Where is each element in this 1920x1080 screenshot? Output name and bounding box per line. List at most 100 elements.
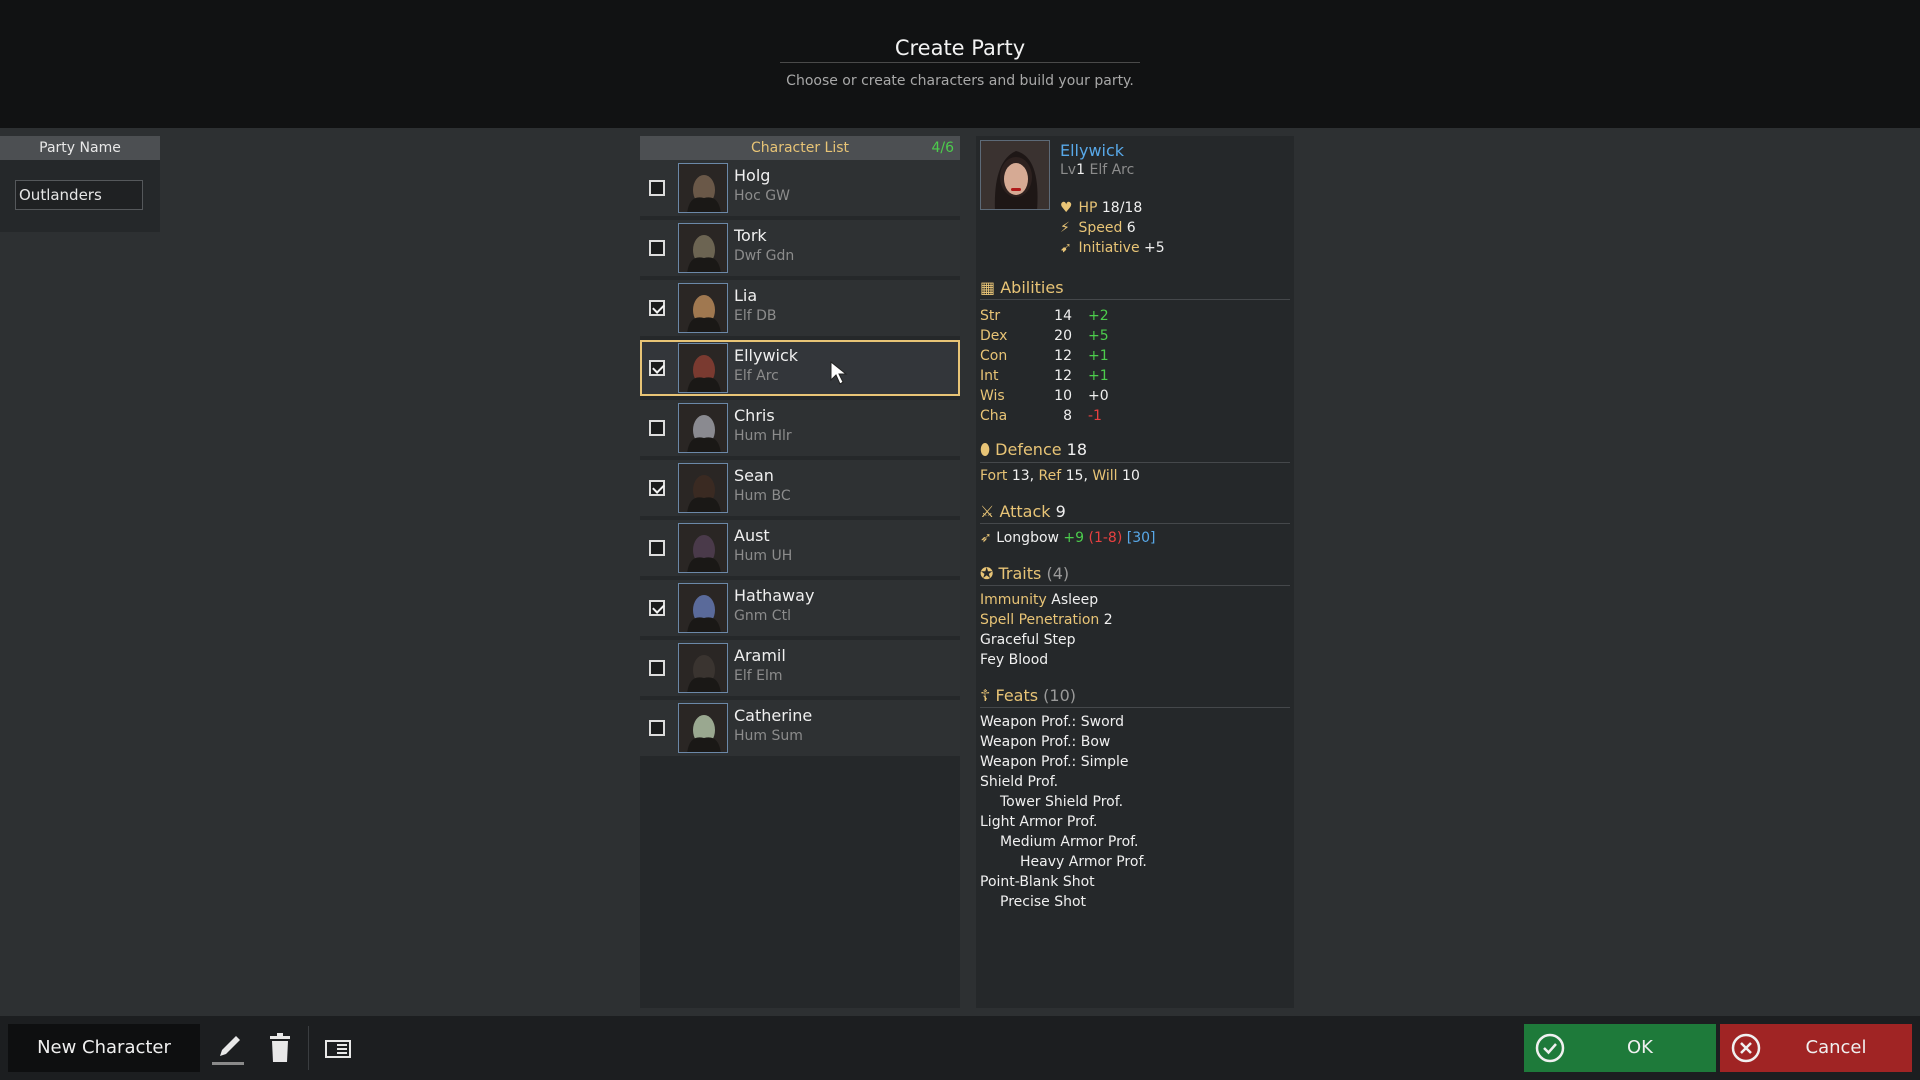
character-portrait xyxy=(678,463,728,513)
cancel-button[interactable]: Cancel xyxy=(1720,1024,1912,1072)
trait-item[interactable]: Graceful Step xyxy=(980,632,1076,648)
trait-value: Asleep xyxy=(1051,592,1099,608)
trait-name: Immunity xyxy=(980,592,1047,608)
character-name: Hathaway xyxy=(734,586,815,605)
character-class: Elf Arc xyxy=(734,368,779,384)
grid-icon: ▦ xyxy=(980,278,996,297)
feat-item[interactable]: Weapon Prof.: Bow xyxy=(980,734,1110,750)
character-name: Ellywick xyxy=(734,346,799,365)
character-row[interactable]: Aust Hum UH xyxy=(640,520,960,576)
character-name: Aramil xyxy=(734,646,786,665)
character-name: Chris xyxy=(734,406,775,425)
saves-line: Fort 13, Ref 15, Will 10 xyxy=(980,468,1140,484)
attack-header: ⚔ Attack 9 xyxy=(980,502,1290,524)
header-bar: Create Party Choose or create characters… xyxy=(0,0,1920,128)
ability-name: Int xyxy=(980,368,999,384)
speed-line: ⚡ Speed 6 xyxy=(1060,220,1136,236)
feat-item[interactable]: Point-Blank Shot xyxy=(980,874,1095,890)
initiative-label: Initiative xyxy=(1078,240,1140,256)
character-class: Elf DB xyxy=(734,308,777,324)
ability-modifier: -1 xyxy=(1088,408,1102,424)
party-name-input[interactable] xyxy=(15,180,143,210)
character-row[interactable]: Holg Hoc GW xyxy=(640,160,960,216)
party-checkbox[interactable] xyxy=(649,600,665,616)
character-list-header: Character List 4/6 xyxy=(640,136,960,160)
ability-score: 12 xyxy=(1054,368,1072,384)
feat-item[interactable]: Precise Shot xyxy=(980,894,1086,910)
traits-title: Traits xyxy=(998,564,1042,583)
character-portrait xyxy=(678,523,728,573)
shield-icon: ⬮ xyxy=(980,440,991,459)
party-checkbox[interactable] xyxy=(649,660,665,676)
title-divider xyxy=(780,62,1140,63)
character-row[interactable]: Catherine Hum Sum xyxy=(640,700,960,756)
feat-item[interactable]: Heavy Armor Prof. xyxy=(980,854,1147,870)
feat-item[interactable]: Tower Shield Prof. xyxy=(980,794,1123,810)
new-character-button[interactable]: New Character xyxy=(8,1024,200,1072)
hp-value: 18/18 xyxy=(1101,200,1143,216)
level-value: 1 xyxy=(1076,162,1086,178)
character-sheet-icon[interactable] xyxy=(318,1024,358,1072)
character-class: Hum BC xyxy=(734,488,791,504)
ref-label: Ref xyxy=(1038,468,1062,484)
character-row[interactable]: Tork Dwf Gdn xyxy=(640,220,960,276)
ability-modifier: +2 xyxy=(1088,308,1109,324)
character-class: Hoc GW xyxy=(734,188,790,204)
pencil-icon[interactable] xyxy=(208,1024,248,1072)
character-row[interactable]: Chris Hum Hlr xyxy=(640,400,960,456)
trait-item[interactable]: Spell Penetration 2 xyxy=(980,612,1113,628)
character-class: Hum UH xyxy=(734,548,793,564)
ability-name: Dex xyxy=(980,328,1008,344)
trait-item[interactable]: Immunity Asleep xyxy=(980,592,1098,608)
party-name-panel: Party Name xyxy=(0,136,160,232)
weapon-range: [30] xyxy=(1126,530,1156,546)
feat-item[interactable]: Shield Prof. xyxy=(980,774,1058,790)
feats-title: Feats xyxy=(995,686,1039,705)
party-checkbox[interactable] xyxy=(649,300,665,316)
level-prefix: Lv xyxy=(1060,162,1077,178)
traits-icon: ✪ xyxy=(980,564,994,583)
trait-name: Spell Penetration xyxy=(980,612,1100,628)
feat-item[interactable]: Light Armor Prof. xyxy=(980,814,1097,830)
party-checkbox[interactable] xyxy=(649,420,665,436)
detail-race-class: Elf Arc xyxy=(1089,162,1135,178)
trash-icon[interactable] xyxy=(260,1024,300,1072)
party-checkbox[interactable] xyxy=(649,720,665,736)
character-portrait xyxy=(678,223,728,273)
ok-button[interactable]: OK xyxy=(1524,1024,1716,1072)
ref-value: 15, xyxy=(1065,468,1088,484)
character-row[interactable]: Lia Elf DB xyxy=(640,280,960,336)
character-row[interactable]: Hathaway Gnm Ctl xyxy=(640,580,960,636)
abilities-title: Abilities xyxy=(1000,278,1064,297)
trait-value: Graceful Step xyxy=(980,632,1076,648)
party-name-label: Party Name xyxy=(0,136,160,160)
page-title: Create Party xyxy=(894,36,1026,60)
ability-name: Con xyxy=(980,348,1008,364)
character-portrait xyxy=(678,283,728,333)
initiative-line: ➹ Initiative +5 xyxy=(1060,240,1165,256)
speed-label: Speed xyxy=(1078,220,1123,236)
character-row[interactable]: Ellywick Elf Arc xyxy=(640,340,960,396)
ability-modifier: +5 xyxy=(1088,328,1109,344)
party-checkbox[interactable] xyxy=(649,480,665,496)
character-row[interactable]: Sean Hum BC xyxy=(640,460,960,516)
party-checkbox[interactable] xyxy=(649,360,665,376)
feat-item[interactable]: Medium Armor Prof. xyxy=(980,834,1139,850)
weapon-line[interactable]: ➶ Longbow +9 (1-8) [30] xyxy=(980,530,1156,546)
bottom-toolbar: New Character OK Cancel xyxy=(0,1016,1920,1080)
detail-name[interactable]: Ellywick xyxy=(1060,141,1124,160)
feat-item[interactable]: Weapon Prof.: Simple xyxy=(980,754,1129,770)
will-value: 10 xyxy=(1122,468,1140,484)
heart-icon: ♥ xyxy=(1060,200,1073,216)
feats-header: ☦ Feats (10) xyxy=(980,686,1290,708)
party-checkbox[interactable] xyxy=(649,180,665,196)
character-list-panel: Character List 4/6 Holg Hoc GW Tork Dwf Gdn… xyxy=(640,136,960,1008)
character-row[interactable]: Aramil Elf Elm xyxy=(640,640,960,696)
party-checkbox[interactable] xyxy=(649,540,665,556)
trait-item[interactable]: Fey Blood xyxy=(980,652,1048,668)
ability-score: 12 xyxy=(1054,348,1072,364)
party-checkbox[interactable] xyxy=(649,240,665,256)
defence-title: Defence xyxy=(995,440,1062,459)
ability-name: Wis xyxy=(980,388,1005,404)
feat-item[interactable]: Weapon Prof.: Sword xyxy=(980,714,1124,730)
